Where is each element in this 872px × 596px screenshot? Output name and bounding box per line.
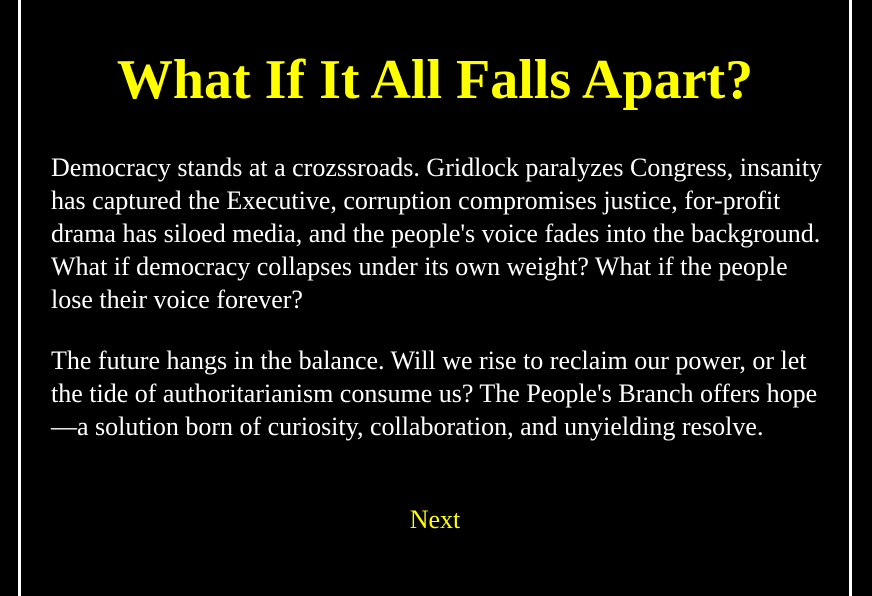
paragraph-intro: Democracy stands at a crozssroads. Gridl… [51,153,823,314]
next-link[interactable]: Next [410,505,461,534]
page-title: What If It All Falls Apart? [116,49,754,111]
paragraph-hope: The future hangs in the balance. Will we… [51,346,818,441]
story-content: Democracy stands at a crozssroads. Gridl… [51,151,826,471]
page-frame: What If It All Falls Apart? Democracy st… [18,0,852,596]
next-container: Next [21,505,849,535]
